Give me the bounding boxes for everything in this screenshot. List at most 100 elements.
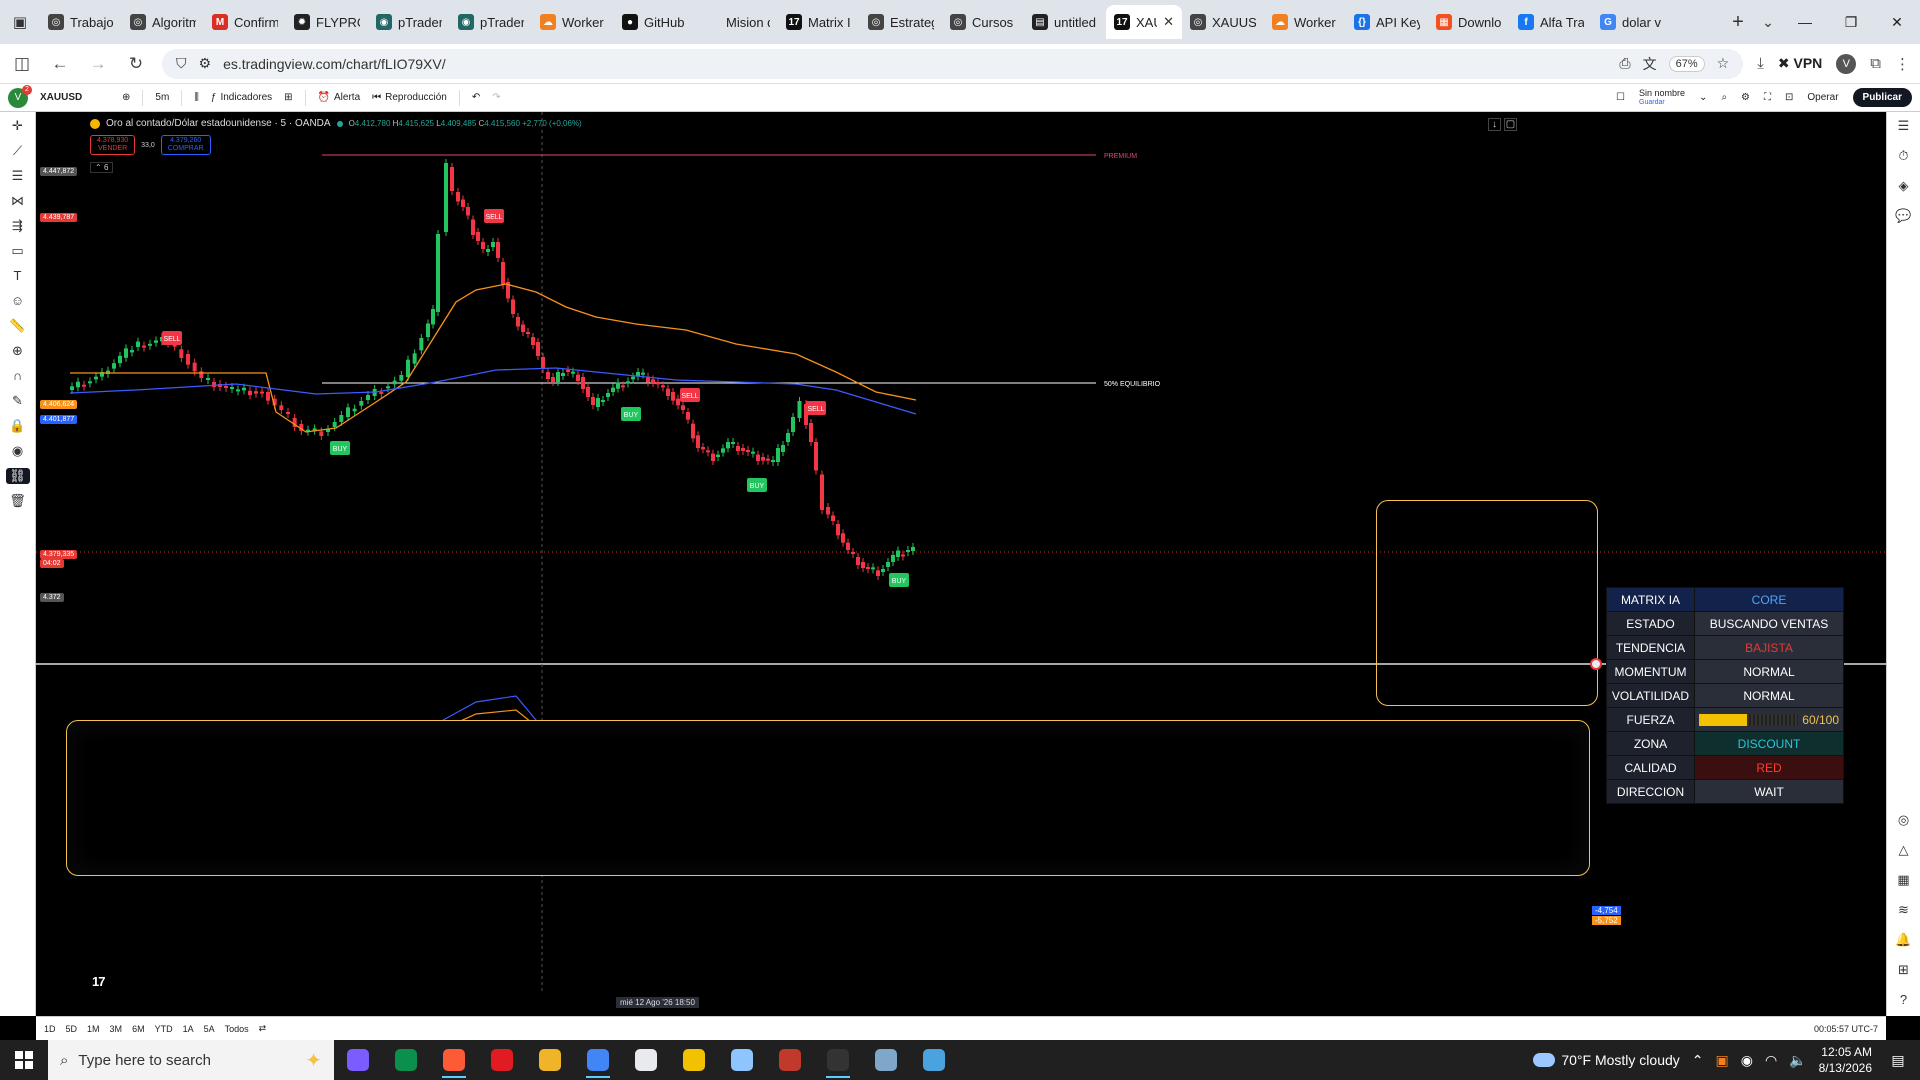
layers-icon[interactable]: ◈ bbox=[1899, 178, 1909, 194]
minimize-icon[interactable]: — bbox=[1782, 0, 1828, 44]
emoji-icon[interactable]: ☺ bbox=[6, 293, 30, 309]
settings-gear-icon[interactable]: ⚙ bbox=[1741, 92, 1750, 103]
chart-clock[interactable]: 00:05:57 UTC-7 bbox=[1814, 1024, 1878, 1034]
trash-icon[interactable]: 🗑 bbox=[6, 493, 30, 509]
browser-tab[interactable]: ◉ pTrader bbox=[368, 5, 450, 39]
volume-icon[interactable]: 🔈 bbox=[1789, 1052, 1806, 1069]
browser-tab[interactable]: Mision de I bbox=[696, 5, 778, 39]
translate-icon[interactable]: 文 bbox=[1643, 54, 1657, 74]
magnet-icon[interactable]: ∩ bbox=[6, 368, 30, 384]
chart-pane[interactable]: PREMIUM 50% EQUILIBRIO SELL SELL SELL SELL B… bbox=[36, 112, 1886, 1016]
taskbar-app-icon[interactable] bbox=[910, 1040, 958, 1080]
timeframe-button[interactable]: 5D bbox=[66, 1024, 78, 1034]
browser-tab[interactable]: ☁ Worker bbox=[532, 5, 614, 39]
sell-button[interactable]: 4.378,930 VENDER bbox=[90, 135, 136, 155]
menu-dots-icon[interactable]: ⋮ bbox=[1895, 55, 1910, 73]
reload-icon[interactable]: ↻ bbox=[124, 54, 148, 74]
watchlist-icon[interactable]: ☰ bbox=[1898, 118, 1910, 134]
fib-icon[interactable]: ☰ bbox=[6, 168, 30, 184]
timeframe-button[interactable]: Todos bbox=[225, 1024, 249, 1034]
taskbar-app-icon[interactable] bbox=[574, 1040, 622, 1080]
tradingview-logo[interactable]: 17 bbox=[92, 974, 106, 989]
browser-tab[interactable]: 17 Matrix I bbox=[778, 5, 860, 39]
ideas-icon[interactable]: △ bbox=[1899, 842, 1909, 858]
target-icon[interactable]: ◎ bbox=[1898, 812, 1909, 828]
download-icon[interactable]: ⤓ bbox=[1757, 55, 1764, 72]
taskbar-app-icon[interactable] bbox=[622, 1040, 670, 1080]
taskbar-app-icon[interactable] bbox=[862, 1040, 910, 1080]
layout-checkbox-icon[interactable]: ☐ bbox=[1616, 92, 1625, 103]
camera-icon[interactable]: ⊡ bbox=[1785, 92, 1793, 103]
symbol-search[interactable]: XAUUSD bbox=[40, 92, 110, 103]
wifi-icon[interactable]: ◠ bbox=[1765, 1052, 1777, 1069]
chevron-down-icon[interactable]: ⌄ bbox=[1699, 92, 1707, 103]
taskbar-search[interactable]: ⌕ Type here to search ✦ bbox=[48, 1040, 334, 1080]
tv-profile-icon[interactable]: V2 bbox=[8, 84, 32, 108]
timeframe-button[interactable]: 6M bbox=[132, 1024, 145, 1034]
crosshair-icon[interactable]: ✛ bbox=[6, 118, 30, 134]
weather-widget[interactable]: 70°F Mostly cloudy bbox=[1533, 1052, 1680, 1068]
notification-center-icon[interactable]: ▤ bbox=[1884, 1052, 1912, 1069]
timeframe-button[interactable]: 1M bbox=[87, 1024, 100, 1034]
indicators-button[interactable]: ƒ Indicadores bbox=[211, 92, 272, 103]
url-text[interactable]: es.tradingview.com/chart/fLIO79XV/ bbox=[223, 56, 1607, 72]
quick-search-icon[interactable]: ⌕ bbox=[1721, 92, 1727, 103]
start-button[interactable] bbox=[0, 1040, 48, 1080]
taskbar-app-icon[interactable] bbox=[478, 1040, 526, 1080]
browser-tab[interactable]: ◎ Trabajo bbox=[40, 5, 122, 39]
close-tab-icon[interactable]: ✕ bbox=[1163, 14, 1174, 30]
buy-signal[interactable]: BUY bbox=[889, 573, 909, 587]
browser-tab[interactable]: ◎ Estrategia bbox=[860, 5, 942, 39]
timeframe-button[interactable]: 1A bbox=[183, 1024, 194, 1034]
trade-button[interactable]: Operar bbox=[1807, 92, 1838, 103]
notifications-icon[interactable]: 🔔 bbox=[1895, 932, 1911, 948]
buy-signal[interactable]: BUY bbox=[747, 478, 767, 492]
templates-icon[interactable]: ⊞ bbox=[284, 92, 292, 103]
sell-signal[interactable]: SELL bbox=[162, 331, 182, 345]
new-tab-button[interactable]: + bbox=[1722, 11, 1754, 34]
replay-button[interactable]: ⏮ Reproducción bbox=[372, 92, 447, 103]
clock[interactable]: 12:05 AM 8/13/2026 bbox=[1819, 1044, 1872, 1076]
bookmark-star-icon[interactable]: ☆ bbox=[1717, 55, 1730, 72]
taskbar-app-icon[interactable] bbox=[814, 1040, 862, 1080]
zoom-in-icon[interactable]: ⊕ bbox=[6, 343, 30, 359]
browser-tab[interactable]: ● GitHub bbox=[614, 5, 696, 39]
pattern-icon[interactable]: ⋈ bbox=[6, 193, 30, 209]
taskbar-app-icon[interactable] bbox=[766, 1040, 814, 1080]
taskbar-app-icon[interactable] bbox=[334, 1040, 382, 1080]
camera-tray-icon[interactable]: ◉ bbox=[1741, 1052, 1753, 1069]
vpn-button[interactable]: ✖ VPN bbox=[1778, 55, 1822, 72]
taskbar-app-icon[interactable] bbox=[718, 1040, 766, 1080]
sidebar-toggle-icon[interactable]: ◫ bbox=[10, 54, 34, 74]
sell-signal[interactable]: SELL bbox=[484, 209, 504, 223]
link-icon[interactable]: ⛓ bbox=[5, 468, 30, 484]
browser-tab[interactable]: Gdolar v bbox=[1592, 5, 1674, 39]
browser-tab[interactable]: ◉ pTrader bbox=[450, 5, 532, 39]
date-range-icon[interactable]: ⇄ bbox=[259, 1023, 267, 1034]
ruler-icon[interactable]: 📏 bbox=[6, 318, 30, 334]
alert-button[interactable]: ⏰ Alerta bbox=[318, 92, 361, 103]
extensions-icon[interactable]: ⧉ bbox=[1870, 55, 1881, 72]
eye-icon[interactable]: ◉ bbox=[6, 443, 30, 459]
candle-type-icon[interactable]: ⫼ bbox=[194, 92, 199, 103]
browser-tab[interactable]: ◎ Cursos bbox=[942, 5, 1024, 39]
browser-tab[interactable]: ◎ XAUUS bbox=[1182, 5, 1264, 39]
help-icon[interactable]: ? bbox=[1900, 992, 1907, 1007]
text-icon[interactable]: T bbox=[6, 268, 30, 284]
close-icon[interactable]: ✕ bbox=[1874, 0, 1920, 44]
install-icon[interactable]: ⎙ bbox=[1619, 55, 1630, 72]
shapes-icon[interactable]: ▭ bbox=[6, 243, 30, 259]
scroll-down-icon[interactable]: ↓ bbox=[1488, 118, 1501, 131]
apps-grid-icon[interactable]: ⊞ bbox=[1898, 962, 1909, 978]
back-arrow-icon[interactable]: ← bbox=[48, 54, 72, 74]
browser-tab[interactable]: f Alfa Tra bbox=[1510, 5, 1592, 39]
fullscreen-icon[interactable]: ⛶ bbox=[1764, 92, 1771, 103]
calendar-icon[interactable]: ▦ bbox=[1897, 872, 1909, 888]
taskbar-app-icon[interactable] bbox=[670, 1040, 718, 1080]
timeframe-button[interactable]: 3M bbox=[110, 1024, 123, 1034]
sell-signal[interactable]: SELL bbox=[680, 388, 700, 402]
price-chart[interactable]: PREMIUM 50% EQUILIBRIO SELL SELL SELL SELL B… bbox=[36, 112, 1886, 1016]
timeframe-button[interactable]: YTD bbox=[155, 1024, 173, 1034]
undo-icon[interactable]: ↶ bbox=[472, 92, 480, 103]
taskbar-app-icon[interactable] bbox=[526, 1040, 574, 1080]
